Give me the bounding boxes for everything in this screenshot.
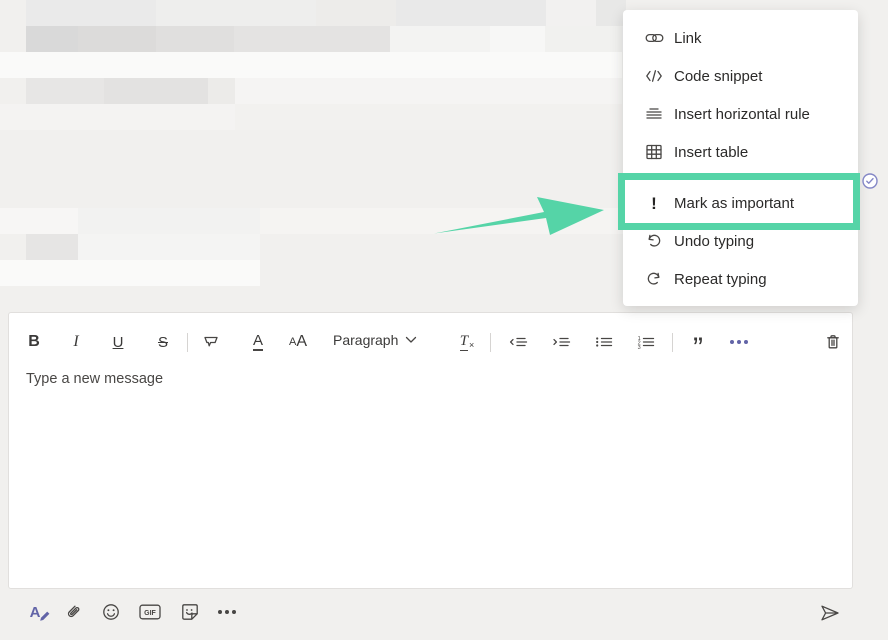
outdent-icon: [508, 333, 528, 351]
numbered-list-button[interactable]: 1 2 3: [634, 329, 658, 355]
highlighter-icon: [202, 333, 220, 351]
italic-icon: I: [73, 333, 78, 351]
toolbar-divider: [672, 333, 673, 352]
font-size-button[interactable]: A A: [283, 329, 313, 355]
font-color-button[interactable]: A: [246, 329, 270, 355]
font-color-icon: A: [253, 333, 263, 351]
menu-item-insert-table[interactable]: Insert table: [623, 133, 858, 171]
send-button[interactable]: [817, 600, 843, 626]
menu-item-label: Repeat typing: [674, 271, 767, 288]
gif-icon: GIF: [138, 602, 162, 622]
send-icon: [819, 603, 841, 623]
sticker-icon: [180, 602, 200, 622]
increase-indent-button[interactable]: [549, 329, 573, 355]
svg-text:GIF: GIF: [144, 610, 156, 617]
formatting-context-menu: Link Code snippet Insert: [623, 10, 858, 306]
underline-button[interactable]: U: [106, 329, 130, 355]
annotation-check-icon[interactable]: [861, 172, 879, 190]
menu-item-link[interactable]: Link: [623, 19, 858, 57]
indent-icon: [551, 333, 571, 351]
svg-text:3: 3: [638, 345, 641, 351]
strikethrough-button[interactable]: S: [151, 329, 175, 355]
delete-message-button[interactable]: [821, 329, 845, 355]
horizontal-rule-icon: [643, 104, 665, 124]
chevron-down-icon: [405, 336, 417, 344]
emoji-icon: [101, 602, 121, 622]
undo-icon: [643, 231, 665, 251]
link-icon: [643, 28, 665, 48]
annotation-arrow: [432, 193, 608, 239]
paragraph-style-dropdown[interactable]: Paragraph: [333, 332, 417, 348]
clear-formatting-icon: T: [460, 333, 468, 351]
more-options-button[interactable]: [214, 599, 240, 625]
menu-item-undo-typing[interactable]: Undo typing: [623, 222, 858, 260]
numbered-list-icon: 1 2 3: [636, 333, 656, 351]
menu-item-mark-as-important[interactable]: ! Mark as important: [623, 184, 858, 222]
menu-item-insert-horizontal-rule[interactable]: Insert horizontal rule: [623, 95, 858, 133]
message-composer: B I U S A A A Paragraph: [8, 312, 853, 589]
highlight-button[interactable]: [199, 329, 223, 355]
menu-item-label: Mark as important: [674, 195, 794, 212]
more-formatting-options-button[interactable]: [724, 329, 754, 355]
trash-icon: [824, 333, 842, 351]
code-icon: [643, 66, 665, 86]
emoji-button[interactable]: [98, 599, 124, 625]
sticker-button[interactable]: [177, 599, 203, 625]
table-icon: [643, 142, 665, 162]
clear-formatting-button[interactable]: T ×: [452, 329, 482, 355]
italic-button[interactable]: I: [64, 329, 88, 355]
bold-button[interactable]: B: [22, 329, 46, 355]
paperclip-icon: [63, 602, 83, 622]
menu-item-repeat-typing[interactable]: Repeat typing: [623, 260, 858, 298]
toolbar-divider: [490, 333, 491, 352]
redo-icon: [643, 269, 665, 289]
quote-button[interactable]: ”: [685, 329, 709, 355]
attach-button[interactable]: [60, 599, 86, 625]
bulleted-list-button[interactable]: [592, 329, 616, 355]
font-size-icon: A: [289, 336, 296, 348]
menu-item-label: Undo typing: [674, 233, 754, 250]
bulleted-list-icon: [594, 333, 614, 351]
menu-item-label: Insert table: [674, 144, 748, 161]
menu-item-code-snippet[interactable]: Code snippet: [623, 57, 858, 95]
format-button[interactable]: A: [22, 599, 48, 625]
format-icon: A: [30, 604, 41, 621]
bold-icon: B: [28, 333, 40, 351]
underline-icon: U: [113, 334, 124, 351]
gif-button[interactable]: GIF: [137, 599, 163, 625]
message-input[interactable]: Type a new message: [26, 371, 832, 387]
strikethrough-icon: S: [158, 334, 168, 351]
important-icon: !: [643, 193, 665, 213]
menu-item-label: Link: [674, 30, 702, 47]
teams-chat-screen: Link Code snippet Insert: [0, 0, 888, 640]
menu-item-label: Insert horizontal rule: [674, 106, 810, 123]
menu-spacer: [623, 171, 858, 184]
ellipsis-icon: [218, 610, 236, 614]
menu-item-label: Code snippet: [674, 68, 762, 85]
paragraph-label: Paragraph: [333, 332, 398, 348]
ellipsis-icon: [730, 340, 748, 344]
toolbar-divider: [187, 333, 188, 352]
decrease-indent-button[interactable]: [506, 329, 530, 355]
